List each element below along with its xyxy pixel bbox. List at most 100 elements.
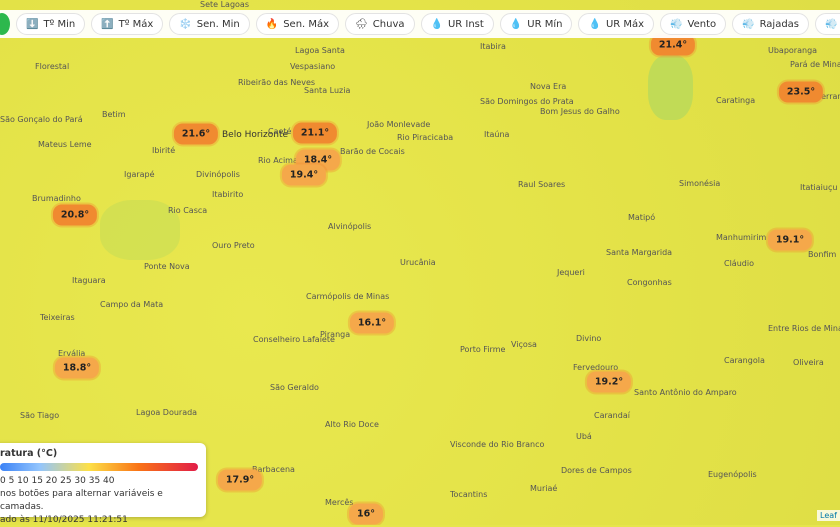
city-label: São Tiago: [20, 411, 60, 420]
city-label: Bom Jesus do Galho: [540, 107, 620, 116]
city-label: Itatiaiuçu: [800, 183, 838, 192]
city-label: Jequeri: [557, 268, 585, 277]
city-label: Campo da Mata: [100, 300, 164, 309]
layer-button[interactable]: 💨Rajadas Max: [815, 13, 840, 35]
city-label: Tocantins: [450, 490, 488, 499]
city-label: Betim: [102, 110, 126, 119]
city-label: Raul Soares: [518, 180, 566, 189]
temperature-marker[interactable]: 19.4°: [281, 164, 327, 186]
city-label: Simonésia: [679, 179, 721, 188]
layer-label: UR Inst: [447, 18, 484, 30]
city-label: Caratinga: [716, 96, 756, 105]
temperature-marker[interactable]: 20.8°: [52, 204, 98, 226]
attribution-link[interactable]: Leaf: [817, 510, 840, 521]
layer-button[interactable]: 💧 UR Inst: [420, 13, 494, 35]
layer-label: Chuva: [372, 18, 405, 30]
layer-button[interactable]: ⬇️ Tº Min: [16, 13, 86, 35]
city-label: Ponte Nova: [144, 262, 190, 271]
city-label: Pará de Minas: [790, 60, 840, 69]
city-label: Santo Antônio do Amparo: [634, 388, 737, 397]
city-label: Lagoa Santa: [295, 46, 345, 55]
city-label: Entre Rios de Minas: [768, 324, 840, 333]
city-label: Ubaporanga: [768, 46, 818, 55]
city-label: Vespasiano: [290, 62, 336, 71]
layer-button[interactable]: 💨 Vento: [660, 13, 727, 35]
temperature-marker[interactable]: 18.8°: [54, 357, 100, 379]
city-label: Barão de Cocais: [340, 147, 405, 156]
layer-button[interactable]: 💧 UR Mín: [499, 13, 573, 35]
temperature-marker[interactable]: 17.9°: [217, 469, 263, 491]
city-label: Lagoa Dourada: [136, 408, 198, 417]
layer-icon: ⬆️: [101, 18, 114, 30]
city-label: Divino: [576, 334, 602, 343]
legend-hint: nos botões para alternar variáveis e cam…: [0, 489, 163, 512]
layer-button[interactable]: 🔥 Sen. Máx: [255, 13, 340, 35]
layer-icon: ⬇️: [26, 18, 39, 30]
layer-button[interactable]: ⬆️ Tº Máx: [91, 13, 164, 35]
city-label: Manhumirim: [716, 233, 767, 242]
temperature-marker[interactable]: 19.2°: [586, 371, 632, 393]
temperature-marker[interactable]: 16.1°: [349, 312, 395, 334]
city-label: Eugenópolis: [708, 470, 757, 479]
temperature-marker[interactable]: 19.1°: [767, 229, 813, 251]
layer-label: Tº Min: [43, 18, 76, 30]
city-label: Ouro Preto: [212, 241, 255, 250]
city-label: Nova Era: [530, 82, 567, 91]
city-label: Rio Casca: [168, 206, 208, 215]
city-label: Florestal: [35, 62, 70, 71]
legend-updated: ado às 11/10/2025 11:21:51: [0, 515, 128, 525]
temperature-marker[interactable]: 23.5°: [778, 81, 824, 103]
city-label: Viçosa: [511, 340, 537, 349]
city-label: Porto Firme: [460, 345, 506, 354]
city-label: Sete Lagoas: [200, 0, 250, 9]
temperature-marker[interactable]: 21.1°: [292, 122, 338, 144]
city-label: Divinópolis: [196, 170, 240, 179]
legend: ratura (°C) 0 5 10 15 20 25 30 35 40 nos…: [0, 443, 206, 525]
city-label: São Gonçalo do Pará: [0, 115, 83, 124]
layer-icon: ❄️: [179, 18, 192, 30]
city-label: Carangola: [724, 356, 765, 365]
city-label: Carandaí: [594, 411, 630, 420]
layer-icon: 💨: [670, 18, 683, 30]
layer-label: Sen. Min: [196, 18, 240, 30]
layer-label: Vento: [687, 18, 717, 30]
layer-button[interactable]: 💨 Rajadas: [732, 13, 810, 35]
city-label: Visconde do Rio Branco: [450, 440, 545, 449]
variable-toolbar: ⬇️ Tº Min ⬆️ Tº Máx ❄️ Sen. Min 🔥 Sen. Máx 🌧 Chuv…: [0, 10, 840, 38]
layer-button[interactable]: 🌧 Chuva: [345, 13, 415, 35]
layer-icon: 💨: [742, 18, 755, 30]
city-label: Santa Margarida: [606, 248, 673, 257]
city-label: Brumadinho: [32, 194, 81, 203]
layer-icon: 💨: [825, 18, 838, 30]
city-label: Itaguara: [72, 276, 106, 285]
layer-icon: 💧: [509, 18, 523, 30]
city-label: Itaúna: [484, 130, 510, 139]
city-label: Rio Piracicaba: [397, 133, 454, 142]
city-label: Bonfim: [808, 250, 837, 259]
status-dot: [0, 13, 10, 35]
city-label: Alvinópolis: [328, 222, 372, 231]
city-label: Carmópolis de Minas: [306, 292, 390, 301]
layer-label: UR Mín: [527, 18, 563, 30]
city-label: Itabira: [480, 42, 506, 51]
city-label: Ubá: [576, 432, 592, 441]
layer-icon: 💧: [588, 18, 601, 30]
city-label: Piranga: [320, 330, 351, 339]
city-label: Urucânia: [400, 258, 436, 267]
legend-title: ratura (°C): [0, 448, 58, 459]
layer-button[interactable]: 💧 UR Máx: [578, 13, 655, 35]
layer-icon: 🔥: [265, 18, 279, 30]
city-label: João Monlevade: [367, 120, 431, 129]
layer-icon: 🌧: [355, 18, 368, 30]
temperature-marker[interactable]: 16°: [349, 503, 383, 525]
layer-button[interactable]: ❄️ Sen. Min: [169, 13, 250, 35]
city-label: São Geraldo: [270, 383, 319, 392]
city-label: Mateus Leme: [38, 140, 92, 149]
forest-area: [648, 55, 693, 120]
city-label: Igarapé: [124, 170, 155, 179]
city-label: Alto Rio Doce: [325, 420, 379, 429]
city-label: Ibirité: [152, 146, 176, 155]
city-label: Caeté: [268, 127, 292, 136]
city-label: Cláudio: [724, 259, 754, 268]
temperature-marker[interactable]: 21.6°: [173, 123, 219, 145]
